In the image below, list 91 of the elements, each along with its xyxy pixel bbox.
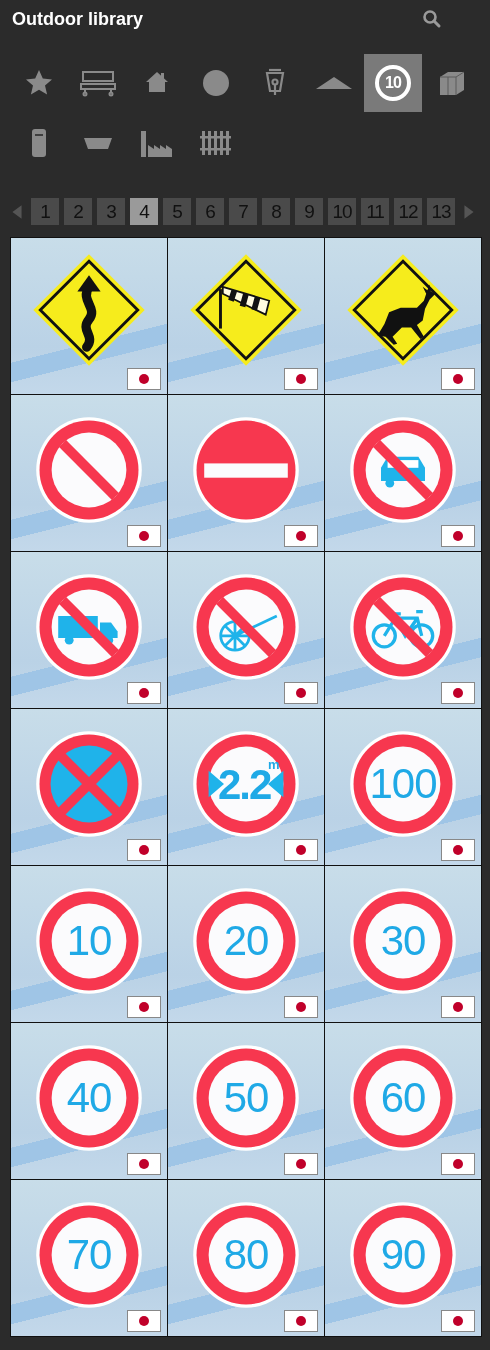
japan-flag-icon [127,1153,161,1175]
speed-limit-sign-icon [348,886,458,996]
japan-flag-icon [441,1310,475,1332]
library-tile[interactable] [325,395,481,551]
speed-limit-sign-icon [191,1043,301,1153]
page-button[interactable]: 8 [262,198,290,225]
height-limit-unit: m [268,757,280,772]
japan-flag-icon [284,525,318,547]
curve-warning-sign-icon [31,252,147,368]
speed-limit-sign-icon [191,1200,301,1310]
speed-limit-sign-icon [348,1200,458,1310]
page-button[interactable]: 2 [64,198,92,225]
japan-flag-icon [441,1153,475,1175]
category-sign-label: 10 [385,74,401,92]
japan-flag-icon [127,1310,161,1332]
no-trucks-sign-icon [34,572,144,682]
speed-limit-sign-icon [348,1043,458,1153]
speed-limit-sign-icon [34,1043,144,1153]
page-button[interactable]: 13 [427,198,455,225]
page-button[interactable]: 3 [97,198,125,225]
height-limit-sign-icon [191,729,301,839]
library-tile[interactable]: 80 [168,1180,324,1336]
speed-limit-sign-icon [34,886,144,996]
page-button[interactable]: 7 [229,198,257,225]
wind-warning-sign-icon [188,252,304,368]
speed-limit-sign-icon [34,1200,144,1310]
speed-limit-value: 60 [380,1077,426,1119]
no-cars-sign-icon [348,415,458,525]
library-tile[interactable]: 90 [325,1180,481,1336]
japan-flag-icon [284,839,318,861]
library-tile[interactable] [11,709,167,865]
japan-flag-icon [284,682,318,704]
japan-flag-icon [441,525,475,547]
page-button[interactable]: 11 [361,198,389,225]
no-bicycles-sign-icon [348,572,458,682]
speed-limit-value: 90 [380,1234,426,1276]
speed-limit-value: 20 [223,920,269,962]
deer-warning-sign-icon [345,252,461,368]
library-tile[interactable] [168,552,324,708]
speed-limit-sign-icon [191,886,301,996]
japan-flag-icon [284,996,318,1018]
no-through-sign-icon [34,415,144,525]
japan-flag-icon [284,1310,318,1332]
no-stopping-sign-icon [34,729,144,839]
search-icon[interactable] [422,9,442,29]
japan-flag-icon [441,368,475,390]
japan-flag-icon [284,1153,318,1175]
speed-limit-value: 40 [66,1077,112,1119]
page-button[interactable]: 6 [196,198,224,225]
library-tile[interactable]: 60 [325,1023,481,1179]
no-carts-sign-icon [191,572,301,682]
library-tile[interactable] [168,238,324,394]
speed-limit-value: 10 [66,920,112,962]
page-button[interactable]: 4 [130,198,158,225]
page-button[interactable]: 10 [328,198,356,225]
page-button[interactable]: 5 [163,198,191,225]
library-tile[interactable]: 50 [168,1023,324,1179]
japan-flag-icon [127,996,161,1018]
library-tile[interactable] [325,238,481,394]
page-button[interactable]: 12 [394,198,422,225]
library-tile[interactable] [11,238,167,394]
library-tile[interactable] [325,552,481,708]
speed-limit-value: 70 [66,1234,112,1276]
speed-limit-sign-icon [348,729,458,839]
library-tile[interactable]: 40 [11,1023,167,1179]
japan-flag-icon [127,682,161,704]
japan-flag-icon [127,839,161,861]
library-tile[interactable]: 30 [325,866,481,1022]
page-button[interactable]: 9 [295,198,323,225]
japan-flag-icon [441,996,475,1018]
library-tile[interactable]: 20 [168,866,324,1022]
speed-limit-value: 50 [223,1077,269,1119]
no-entry-sign-icon [191,415,301,525]
japan-flag-icon [441,839,475,861]
library-tile[interactable]: 70 [11,1180,167,1336]
japan-flag-icon [441,682,475,704]
japan-flag-icon [284,368,318,390]
basin-icon [84,137,112,149]
speed-limit-value: 30 [380,920,426,962]
japan-flag-icon [127,525,161,547]
sign-category-button[interactable]: 10 [364,54,422,112]
panel-title: Outdoor library [12,8,143,30]
library-tile[interactable]: 100 [325,709,481,865]
library-tile[interactable]: 10 [11,866,167,1022]
speed-limit-value: 100 [369,763,437,805]
library-tile[interactable] [11,552,167,708]
library-tile[interactable] [11,395,167,551]
page-button[interactable]: 1 [31,198,59,225]
speed-limit-value: 80 [223,1234,269,1276]
library-tile[interactable] [168,395,324,551]
japan-flag-icon [127,368,161,390]
